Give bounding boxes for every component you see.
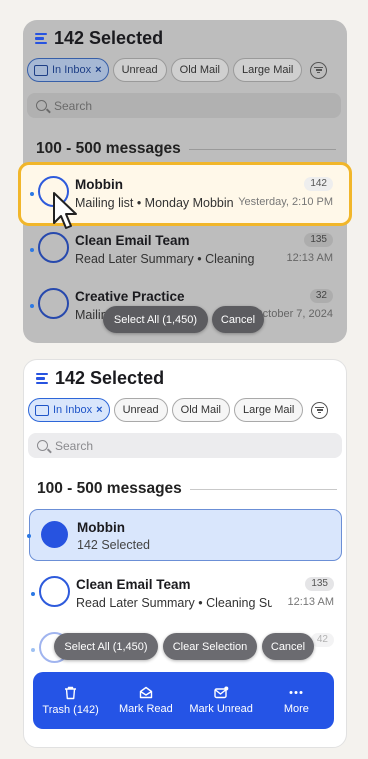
checked-circle-icon[interactable] [41, 521, 68, 548]
filter-unread[interactable]: Unread [112, 58, 167, 82]
select-all-button[interactable]: Select All (1,450) [103, 306, 208, 333]
close-icon[interactable]: × [96, 404, 102, 416]
action-label: Mark Unread [189, 703, 253, 715]
filter-old-mail[interactable]: Old Mail [170, 58, 229, 82]
count-badge: 135 [305, 577, 334, 591]
unread-dot [31, 592, 35, 596]
mark-read-button[interactable]: Mark Read [108, 686, 183, 715]
filter-in-inbox[interactable]: In Inbox × [28, 398, 110, 422]
unread-dot [30, 304, 34, 308]
sender-name: Mobbin [75, 177, 123, 192]
section-header: 100 - 500 messages [36, 140, 336, 158]
select-all-button[interactable]: Select All (1,450) [54, 633, 158, 660]
filter-bar: In Inbox × Unread Old Mail Large Mail [28, 398, 329, 422]
unread-dot [27, 534, 31, 538]
section-header: 100 - 500 messages [37, 480, 337, 498]
subject-preview: Read Later Summary • Cleaning Su… [76, 596, 272, 610]
more-icon [289, 691, 303, 694]
count-badge: 135 [304, 233, 333, 247]
filter-label: In Inbox [53, 404, 93, 416]
selected-count: 142 Selected [77, 538, 150, 552]
action-label: Trash (142) [42, 703, 99, 716]
action-bar: Trash (142) Mark Read Mark Unread More [33, 672, 334, 729]
page-title: 142 Selected [54, 28, 164, 48]
filter-label: In Inbox [52, 64, 92, 76]
filter-old-mail[interactable]: Old Mail [171, 398, 230, 422]
mark-unread-button[interactable]: Mark Unread [184, 686, 259, 715]
header: 142 Selected [36, 368, 164, 389]
section-label: 100 - 500 messages [37, 480, 182, 497]
section-label: 100 - 500 messages [36, 140, 181, 157]
menu-icon[interactable] [36, 373, 48, 384]
header: 142 Selected [35, 28, 163, 49]
unread-dot [31, 648, 35, 652]
unread-dot [30, 248, 34, 252]
search-placeholder: Search [54, 98, 93, 113]
search-input[interactable]: Search [28, 433, 342, 458]
selection-screen-bottom: 142 Selected In Inbox × Unread Old Mail … [23, 359, 347, 748]
trash-button[interactable]: Trash (142) [33, 686, 108, 716]
filter-bar: In Inbox × Unread Old Mail Large Mail [27, 58, 328, 82]
list-item[interactable]: Clean Email Team Read Later Summary • Cl… [24, 566, 346, 622]
menu-icon[interactable] [35, 33, 47, 44]
select-circle[interactable] [38, 288, 69, 319]
sender-name: Creative Practice [75, 289, 185, 304]
filter-unread[interactable]: Unread [113, 398, 168, 422]
count-badge: 142 [304, 177, 333, 191]
folder-icon [35, 404, 49, 416]
filter-in-inbox[interactable]: In Inbox × [27, 58, 109, 82]
filter-large-mail[interactable]: Large Mail [233, 58, 303, 82]
select-circle[interactable] [39, 576, 70, 607]
cancel-button[interactable]: Cancel [262, 633, 314, 660]
count-badge: 42 [310, 633, 334, 647]
sender-name: Clean Email Team [75, 233, 190, 248]
timestamp: Yesterday, 2:10 PM [238, 196, 333, 208]
page-title: 142 Selected [55, 368, 165, 388]
search-icon [37, 440, 48, 451]
search-icon [36, 100, 47, 111]
envelope-badge-icon [213, 686, 228, 699]
more-button[interactable]: More [259, 686, 334, 715]
sender-name: Clean Email Team [76, 577, 191, 592]
pointer-cursor-icon [53, 192, 77, 229]
filter-options-icon[interactable] [310, 61, 328, 79]
count-badge: 32 [309, 289, 333, 303]
subject-preview: Read Later Summary • Cleaning Su… [75, 252, 255, 266]
timestamp: October 7, 2024 [254, 308, 333, 320]
timestamp: 12:13 AM [286, 252, 333, 264]
unread-dot [30, 192, 34, 196]
envelope-open-icon [139, 686, 153, 699]
selected-list-item[interactable]: Mobbin 142 Selected [27, 509, 342, 561]
select-circle[interactable] [38, 232, 69, 263]
action-label: Mark Read [118, 703, 173, 715]
filter-options-icon[interactable] [311, 401, 329, 419]
filter-large-mail[interactable]: Large Mail [234, 398, 304, 422]
sender-name: Mobbin [77, 520, 125, 535]
subject-preview: Mailing list • Monday Mobbin… [75, 196, 233, 210]
search-placeholder: Search [55, 438, 94, 453]
trash-icon [65, 686, 77, 699]
folder-icon [34, 64, 48, 76]
cancel-button[interactable]: Cancel [212, 306, 264, 333]
action-label: More [283, 703, 309, 715]
search-input[interactable]: Search [27, 93, 341, 118]
timestamp: 12:13 AM [287, 596, 334, 608]
clear-selection-button[interactable]: Clear Selection [163, 633, 257, 660]
close-icon[interactable]: × [95, 64, 101, 76]
